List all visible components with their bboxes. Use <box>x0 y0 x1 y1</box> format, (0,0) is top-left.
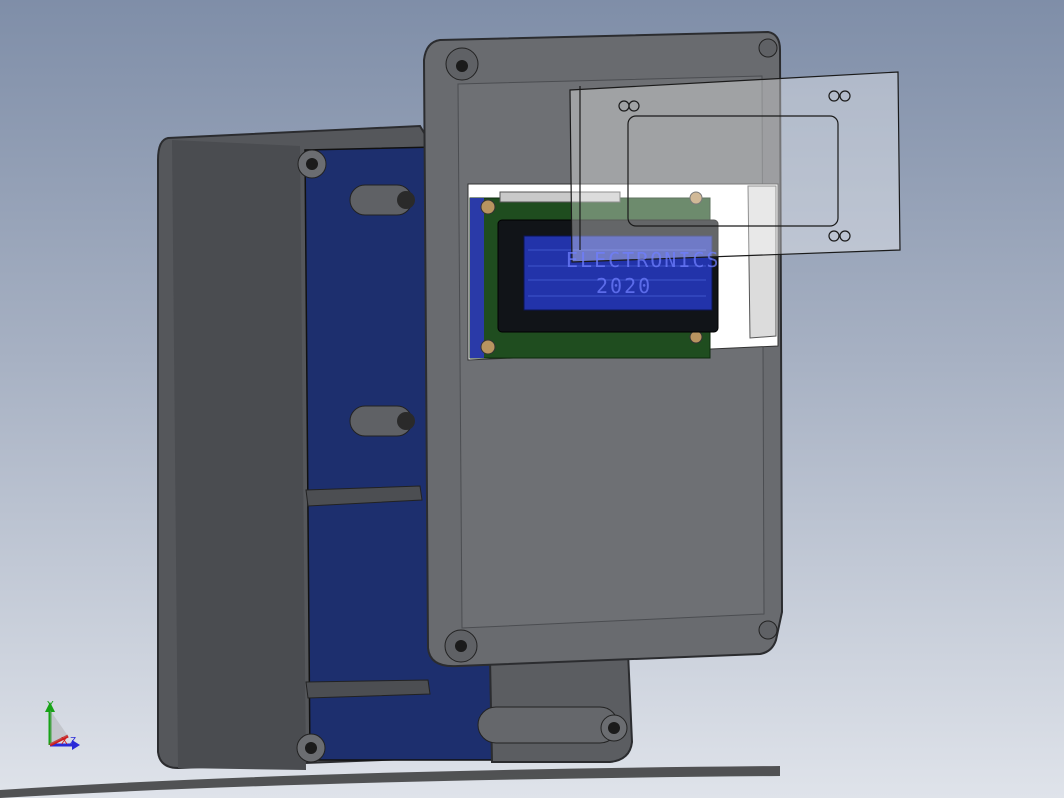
z-axis-label: Z <box>70 736 77 747</box>
lcd-line-2: 2020 <box>596 274 653 298</box>
x-axis-label: X <box>61 736 68 747</box>
transparent-panel <box>569 71 901 263</box>
lcd-line-1: ELECTRONICS <box>566 248 721 272</box>
cad-viewport[interactable]: ELECTRONICS 2020 Y Z X <box>0 0 1064 798</box>
y-axis-label: Y <box>47 700 54 711</box>
enclosure-model <box>0 30 901 798</box>
ground-shadow <box>0 766 780 798</box>
